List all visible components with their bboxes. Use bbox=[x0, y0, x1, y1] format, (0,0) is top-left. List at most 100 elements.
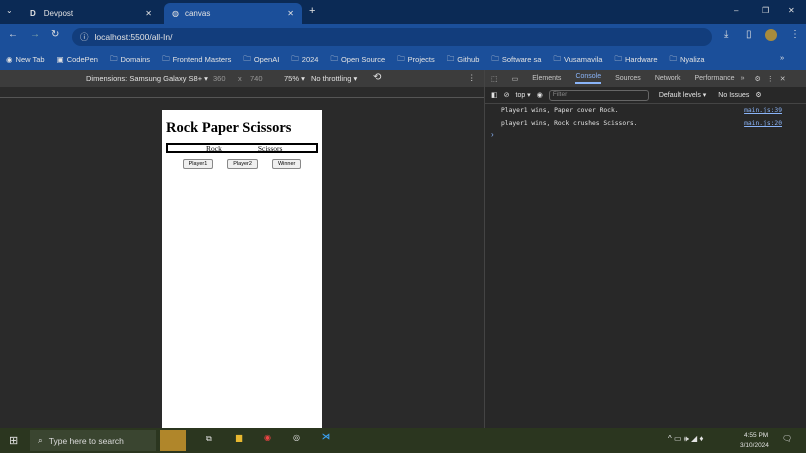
player1-button[interactable]: Player1 bbox=[182, 159, 214, 169]
file-explorer-icon[interactable]: ▆ bbox=[236, 433, 242, 442]
player2-button[interactable]: Player2 bbox=[227, 159, 258, 169]
live-expression-icon[interactable]: ◉ bbox=[537, 91, 543, 99]
bookmark-new-tab[interactable]: ◉ New Tab bbox=[6, 55, 45, 64]
clock-time[interactable]: 4:55 PM bbox=[744, 432, 768, 439]
avatar[interactable] bbox=[765, 29, 777, 41]
log-levels-select[interactable]: Default levels ▾ bbox=[659, 91, 706, 99]
site-info-icon[interactable]: ⓘ bbox=[80, 31, 89, 43]
device-toggle-icon[interactable]: ▭ bbox=[512, 75, 519, 83]
bookmark-folder[interactable]: 🗀 Frontend Masters bbox=[162, 53, 231, 66]
bookmark-folder[interactable]: 🗀 Hardware bbox=[614, 53, 657, 66]
folder-icon: 🗀 bbox=[446, 53, 455, 63]
folder-icon: 🗀 bbox=[614, 53, 622, 63]
log-text: player1 wins, Rock crushes Scissors. bbox=[501, 120, 638, 127]
more-bookmarks-icon[interactable]: » bbox=[780, 53, 784, 62]
bookmark-folder[interactable]: 🗀 Software sa bbox=[491, 53, 541, 66]
bookmark-label: OpenAI bbox=[253, 54, 280, 64]
clear-console-icon[interactable]: ⊘ bbox=[504, 91, 510, 99]
tab-devpost[interactable]: D Devpost ✕ bbox=[22, 3, 160, 24]
restore-icon[interactable]: ❐ bbox=[762, 6, 769, 15]
download-icon[interactable]: ⤓ bbox=[724, 29, 728, 40]
bookmark-label: CodePen bbox=[66, 54, 98, 64]
close-icon[interactable]: ✕ bbox=[145, 9, 152, 18]
settings-icon[interactable]: ⚙ bbox=[754, 75, 760, 83]
menu-icon[interactable]: ⋮ bbox=[790, 29, 800, 40]
bookmark-label: Domains bbox=[120, 54, 151, 64]
winner-button[interactable]: Winner bbox=[271, 159, 302, 169]
page-title: Rock Paper Scissors bbox=[166, 120, 292, 136]
obs-icon[interactable]: ◎ bbox=[293, 433, 300, 442]
tray-icons[interactable]: ^ ▭ 🕪 ◢ ♦ bbox=[668, 434, 703, 444]
folder-icon: 🗀 bbox=[553, 53, 561, 63]
rotate-icon[interactable]: ⟲ bbox=[373, 72, 381, 83]
device-select[interactable]: Dimensions: Samsung Galaxy S8+ ▾ bbox=[86, 74, 208, 83]
bookmark-folder[interactable]: 🗀 OpenAI bbox=[243, 53, 279, 66]
filter-input[interactable]: Filter bbox=[548, 89, 649, 101]
tab-search-icon[interactable]: ⌄ bbox=[6, 6, 13, 15]
bookmark-label: New Tab bbox=[15, 54, 45, 64]
throttling-select[interactable]: No throttling ▾ bbox=[311, 74, 357, 83]
tab-performance[interactable]: Performance bbox=[695, 75, 735, 82]
notifications-icon[interactable]: 🗨 bbox=[782, 434, 792, 443]
forward-icon[interactable]: → bbox=[30, 29, 40, 40]
tab-network[interactable]: Network bbox=[655, 75, 681, 82]
side-panel-icon[interactable]: ▯ bbox=[746, 29, 752, 40]
bookmark-folder[interactable]: 🗀 Github bbox=[447, 53, 480, 66]
address-bar[interactable]: ⓘ localhost:5500/all-In/ bbox=[72, 28, 712, 46]
console-settings-icon[interactable]: ⚙ bbox=[755, 91, 761, 99]
task-view-icon[interactable]: ⧉ bbox=[206, 434, 212, 444]
folder-icon: 🗀 bbox=[291, 53, 299, 63]
log-source-link[interactable]: main.js:20 bbox=[744, 120, 782, 127]
clock-date[interactable]: 3/10/2024 bbox=[740, 442, 769, 449]
bookmark-folder[interactable]: 🗀 Vusamavila bbox=[553, 53, 602, 66]
filter-placeholder: Filter bbox=[552, 90, 568, 98]
height-input[interactable]: 740 bbox=[250, 74, 263, 83]
width-input[interactable]: 360 bbox=[213, 74, 226, 83]
chrome-icon: ◉ bbox=[6, 54, 13, 64]
tab-sources[interactable]: Sources bbox=[615, 75, 641, 82]
folder-icon: 🗀 bbox=[109, 53, 118, 63]
bookmark-label: Open Source bbox=[340, 54, 386, 64]
more-options-icon[interactable]: ⋮ bbox=[468, 73, 476, 82]
devtools-menu-icon[interactable]: ⋮ bbox=[767, 75, 774, 83]
tab-elements[interactable]: Elements bbox=[532, 75, 561, 82]
log-source-link[interactable]: main.js:39 bbox=[744, 107, 782, 114]
url-text: localhost:5500/all-In/ bbox=[94, 32, 173, 42]
codepen-icon: ▣ bbox=[56, 54, 64, 64]
bookmark-label: Projects bbox=[407, 54, 435, 64]
close-icon[interactable]: ✕ bbox=[287, 9, 294, 18]
taskbar-search[interactable]: ⌕ Type here to search bbox=[30, 430, 156, 451]
issues-indicator[interactable]: No Issues bbox=[718, 92, 749, 99]
log-text: Player1 wins, Paper cover Rock. bbox=[501, 107, 619, 114]
tab-canvas[interactable]: ◍ canvas ✕ bbox=[164, 3, 302, 24]
windows-start-icon[interactable]: ⊞ bbox=[9, 434, 18, 447]
more-tabs-icon[interactable]: » bbox=[741, 75, 745, 82]
bookmark-folder[interactable]: 🗀 Open Source bbox=[330, 53, 385, 66]
folder-icon: 🗀 bbox=[397, 53, 405, 63]
console-prompt[interactable]: › bbox=[485, 130, 806, 139]
choices-board: Rock Scissors bbox=[166, 143, 318, 153]
inspect-icon[interactable]: ⬚ bbox=[491, 75, 498, 83]
folder-icon: 🗀 bbox=[669, 53, 678, 63]
bookmark-folder[interactable]: 🗀 Domains bbox=[110, 53, 150, 66]
bookmarks-bar: ◉ New Tab ▣ CodePen 🗀 Domains 🗀 Frontend Mas… bbox=[0, 48, 806, 70]
sidebar-toggle-icon[interactable]: ◧ bbox=[491, 91, 498, 99]
back-icon[interactable]: ← bbox=[8, 29, 18, 40]
tab-label: Devpost bbox=[43, 9, 74, 18]
zoom-select[interactable]: 75% ▾ bbox=[284, 74, 305, 83]
close-window-icon[interactable]: ✕ bbox=[788, 6, 795, 15]
minimize-icon[interactable]: – bbox=[734, 6, 738, 15]
new-tab-icon[interactable]: + bbox=[309, 5, 315, 17]
close-devtools-icon[interactable]: ✕ bbox=[780, 75, 786, 83]
chrome-icon[interactable]: ◉ bbox=[264, 433, 271, 442]
bookmark-label: Nyaliza bbox=[680, 54, 705, 64]
bookmark-folder[interactable]: 🗀 Nyaliza bbox=[670, 53, 705, 66]
tab-console[interactable]: Console bbox=[575, 73, 602, 84]
bookmark-folder[interactable]: 🗀 2024 bbox=[291, 53, 318, 66]
vscode-icon[interactable]: ⋊ bbox=[322, 432, 330, 441]
bookmark-folder[interactable]: 🗀 Projects bbox=[397, 53, 435, 66]
context-select[interactable]: top ▾ bbox=[516, 91, 531, 99]
search-highlight-icon[interactable] bbox=[160, 430, 186, 451]
reload-icon[interactable]: ↻ bbox=[51, 29, 59, 40]
bookmark-codepen[interactable]: ▣ CodePen bbox=[57, 55, 98, 64]
